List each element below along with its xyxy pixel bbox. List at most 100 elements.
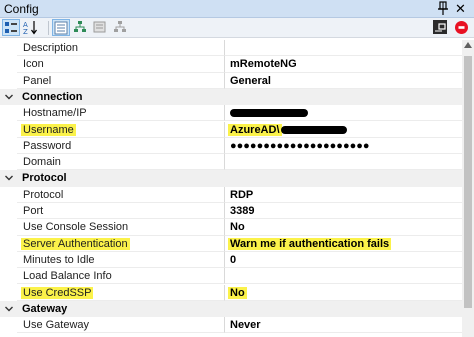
default-inheritance-button[interactable]	[112, 19, 130, 36]
property-row-use-console-session[interactable]: Use Console Session No	[0, 219, 462, 236]
scroll-up-arrow-icon[interactable]	[464, 42, 472, 48]
property-row-server-authentication[interactable]: Server Authentication Warn me if authenti…	[0, 235, 462, 252]
pin-icon[interactable]	[436, 1, 450, 16]
property-name-cell[interactable]: Hostname/IP	[17, 105, 225, 122]
property-value-cell[interactable]: Warn me if authentication fails	[225, 236, 462, 252]
property-grid: Description Icon mRemoteNG Panel General Conn…	[0, 40, 462, 337]
property-value: Never	[230, 319, 261, 332]
property-value-cell[interactable]: No	[225, 219, 462, 236]
property-value: 0	[230, 253, 237, 266]
property-row-use-gateway[interactable]: Use Gateway Never	[0, 317, 462, 334]
category-connection[interactable]: Connection	[0, 88, 462, 106]
property-name: Use Gateway	[23, 319, 90, 332]
property-row-domain[interactable]: Domain	[0, 154, 462, 171]
host-status-icon	[433, 20, 447, 34]
property-name-cell[interactable]: Description	[17, 40, 225, 57]
property-value: RDP	[230, 188, 254, 201]
property-value-cell[interactable]	[225, 154, 462, 171]
inheritance-icon	[74, 21, 86, 32]
stop-button[interactable]	[453, 19, 471, 36]
vertical-scrollbar[interactable]	[462, 40, 474, 337]
property-name-cell[interactable]: Panel	[17, 72, 225, 89]
category-protocol[interactable]: Protocol	[0, 170, 462, 187]
toolbar-separator	[48, 21, 49, 35]
property-row-load-balance-info[interactable]: Load Balance Info	[0, 268, 462, 285]
property-value: AzureAD\	[228, 123, 282, 136]
property-name-cell[interactable]: Password	[17, 137, 225, 155]
property-name-cell[interactable]: Domain	[17, 154, 225, 171]
default-properties-button[interactable]	[92, 19, 110, 36]
property-row-panel[interactable]: Panel General	[0, 72, 462, 89]
property-name-cell[interactable]: Protocol	[17, 186, 225, 203]
property-name-cell[interactable]: Icon	[17, 56, 225, 73]
property-row-username[interactable]: Username AzureAD\	[0, 121, 462, 138]
property-name-cell[interactable]: Use CredSSP	[17, 284, 225, 301]
property-value-cell[interactable]	[225, 40, 462, 57]
property-name: Use CredSSP	[21, 286, 94, 299]
property-name-cell[interactable]: Use Gateway	[17, 317, 225, 334]
property-name-cell[interactable]: Port	[17, 203, 225, 220]
scrollbar-thumb[interactable]	[464, 56, 472, 308]
property-value-cell[interactable]: AzureAD\	[225, 122, 462, 138]
property-row-password[interactable]: Password ●●●●●●●●●●●●●●●●●●●●●	[0, 137, 462, 155]
category-gateway[interactable]: Gateway	[0, 300, 462, 318]
properties-button[interactable]	[52, 19, 70, 36]
property-name-cell[interactable]: Load Balance Info	[17, 268, 225, 285]
category-label: Protocol	[22, 172, 67, 185]
close-icon[interactable]: ✕	[455, 1, 466, 16]
red-stop-icon	[455, 21, 468, 34]
toolbar: A Z	[0, 18, 474, 38]
property-value: Warn me if authentication fails	[228, 237, 392, 250]
property-name: Panel	[23, 74, 52, 87]
property-row-hostname-ip[interactable]: Hostname/IP	[0, 105, 462, 122]
default-properties-icon	[93, 21, 106, 33]
property-value-cell[interactable]: 0	[225, 252, 462, 269]
property-name: Password	[23, 139, 72, 152]
property-name: Hostname/IP	[23, 107, 87, 120]
categorized-icon	[5, 22, 17, 33]
property-value-cell[interactable]: No	[225, 285, 462, 301]
property-row-use-credssp[interactable]: Use CredSSP No	[0, 284, 462, 301]
property-value-cell[interactable]: ●●●●●●●●●●●●●●●●●●●●●	[225, 138, 462, 155]
property-value-cell[interactable]	[225, 105, 462, 122]
alphabetical-button[interactable]: A Z	[22, 19, 40, 36]
property-value: mRemoteNG	[230, 58, 297, 71]
property-name-cell[interactable]: Use Console Session	[17, 219, 225, 236]
property-value-cell[interactable]: 3389	[225, 203, 462, 220]
property-row-description[interactable]: Description	[0, 40, 462, 57]
categorized-button[interactable]	[2, 19, 20, 36]
svg-text:Z: Z	[23, 28, 28, 35]
property-value-cell[interactable]: mRemoteNG	[225, 56, 462, 73]
inheritance-button[interactable]	[72, 19, 90, 36]
property-name-cell[interactable]: Server Authentication	[17, 235, 225, 252]
property-name: Load Balance Info	[23, 270, 112, 283]
category-label: Connection	[22, 90, 83, 103]
property-value-cell[interactable]: RDP	[225, 187, 462, 203]
chevron-down-icon[interactable]	[4, 304, 14, 314]
property-row-protocol[interactable]: Protocol RDP	[0, 186, 462, 203]
property-row-icon[interactable]: Icon mRemoteNG	[0, 56, 462, 73]
property-name: Port	[23, 205, 44, 217]
property-name: Icon	[23, 58, 44, 71]
property-name: Use Console Session	[23, 221, 129, 234]
property-name: Minutes to Idle	[23, 253, 95, 266]
property-value-cell[interactable]	[225, 268, 462, 285]
property-name: Username	[21, 123, 76, 136]
chevron-down-icon[interactable]	[4, 92, 14, 102]
property-value-cell[interactable]: General	[225, 73, 462, 89]
property-row-port[interactable]: Port 3389	[0, 203, 462, 220]
property-value: 3389	[230, 205, 255, 217]
property-name-cell[interactable]: Minutes to Idle	[17, 251, 225, 269]
property-value-cell[interactable]: Never	[225, 317, 462, 334]
default-inheritance-icon	[114, 21, 126, 32]
properties-icon	[54, 21, 68, 35]
property-value: ●●●●●●●●●●●●●●●●●●●●●	[230, 139, 370, 152]
property-row-minutes-to-idle[interactable]: Minutes to Idle 0	[0, 251, 462, 269]
category-label: Gateway	[22, 302, 68, 315]
sort-az-icon: A Z	[23, 21, 37, 35]
property-name: Protocol	[23, 188, 64, 201]
chevron-down-icon[interactable]	[4, 173, 14, 183]
host-status-button[interactable]	[432, 19, 450, 36]
property-name-cell[interactable]: Username	[17, 121, 225, 138]
redaction-mark	[281, 125, 347, 134]
